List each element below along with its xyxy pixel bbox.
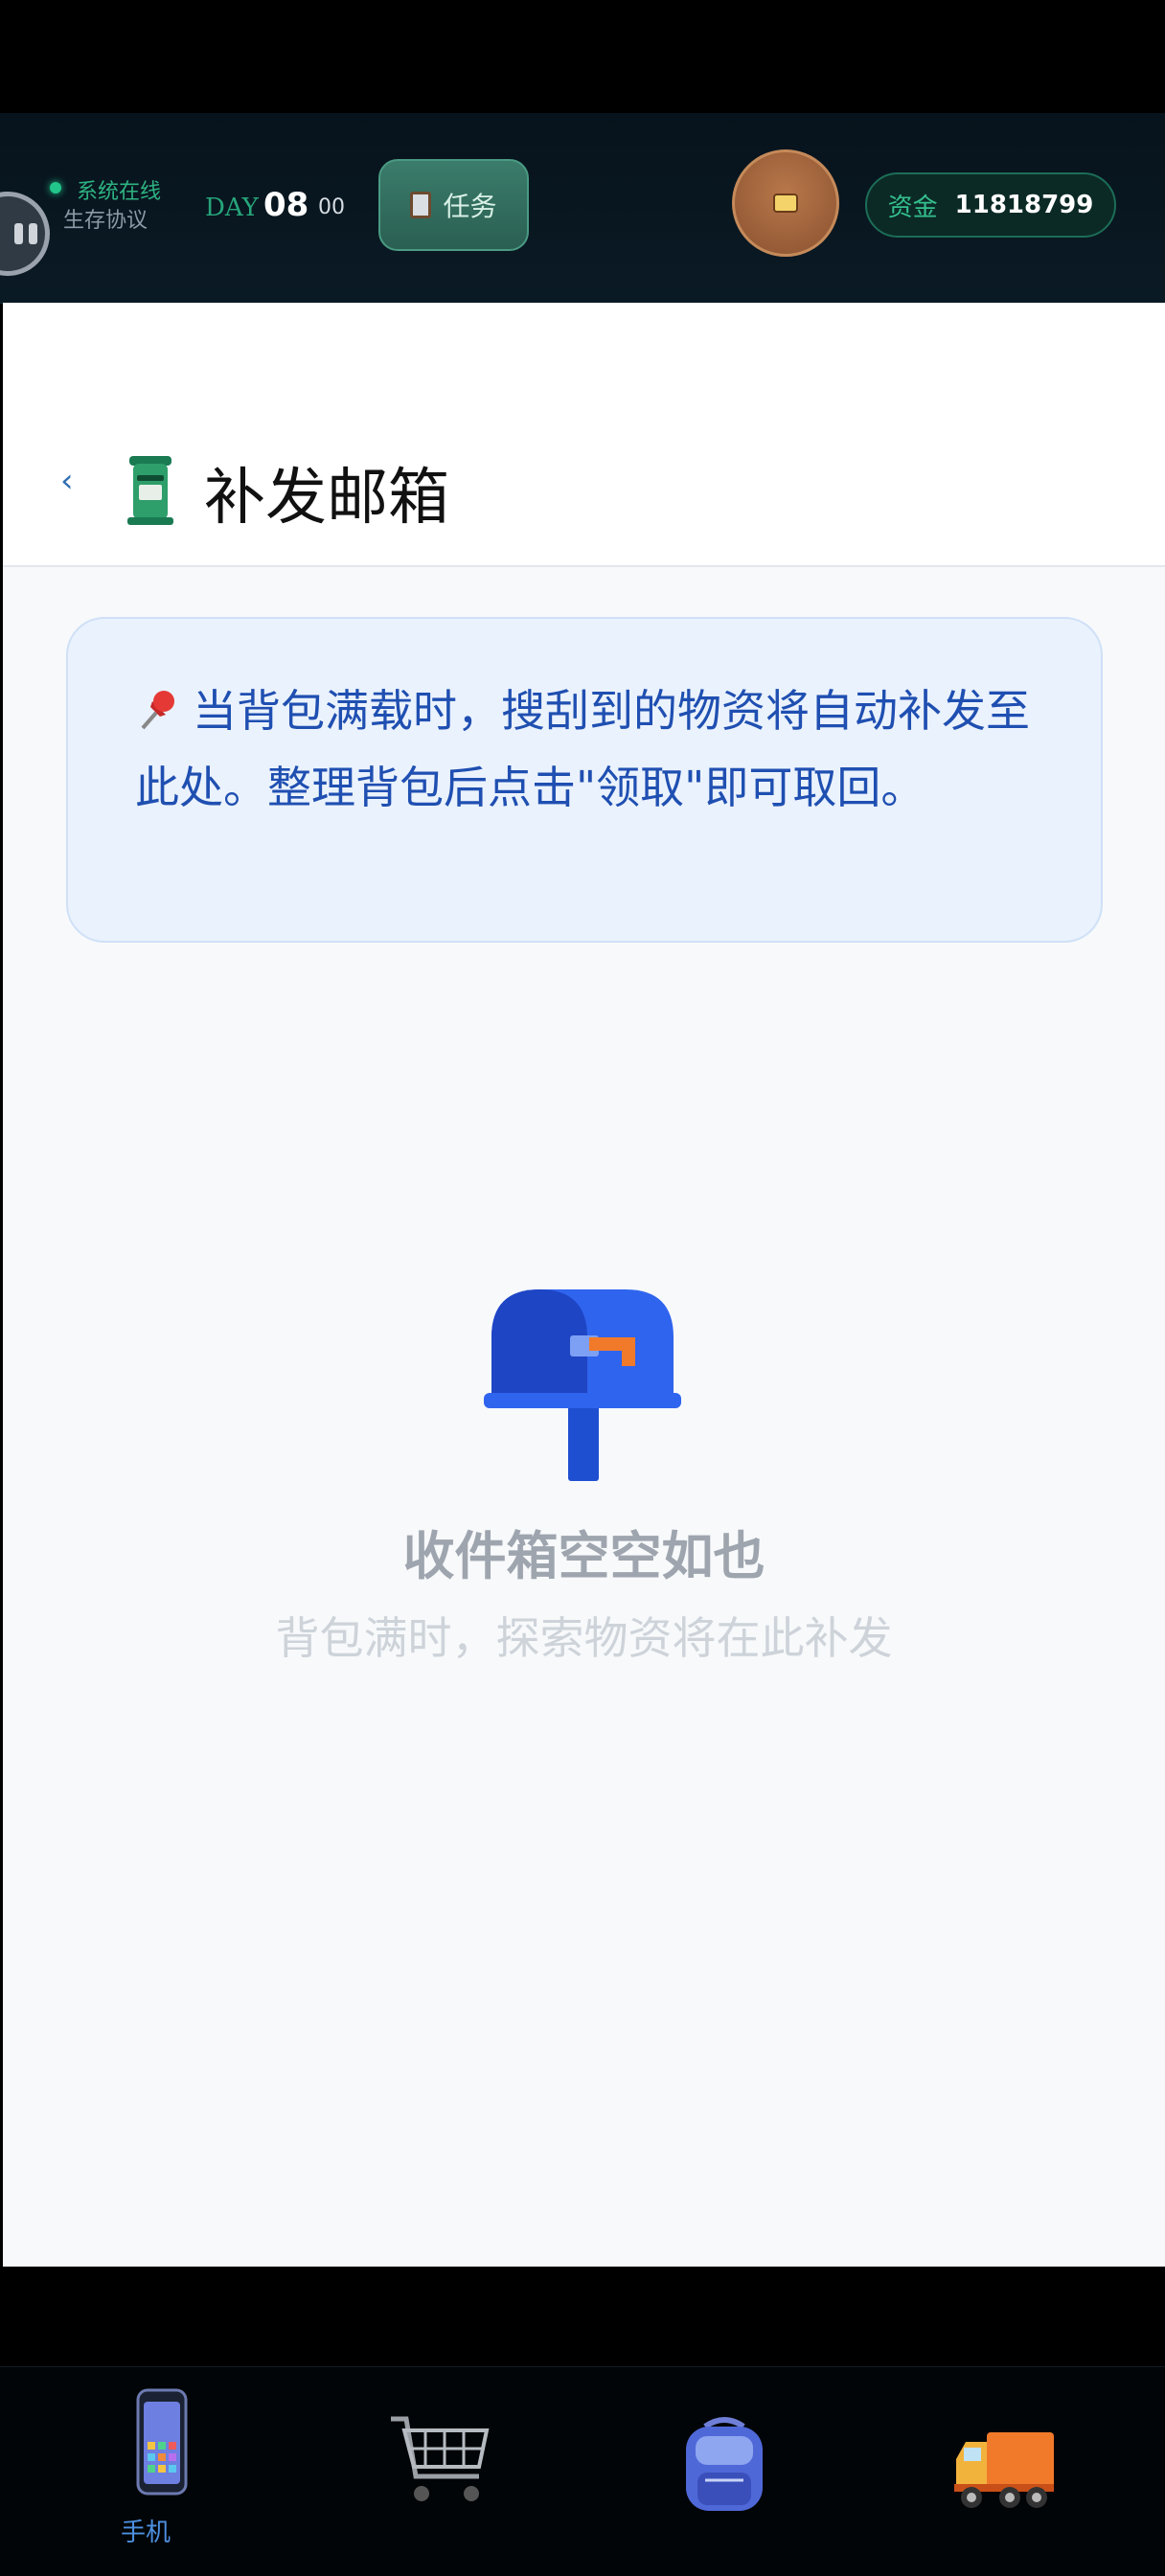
mailbox-panel: ‹ 补发邮箱 当背包满载时，搜刮到的物资将自动补发至此处。整理背包后点击"领取"… xyxy=(3,303,1165,2267)
day-sub-counter: 00 xyxy=(318,195,345,219)
clipboard-icon xyxy=(410,192,432,218)
nav-item-backpack[interactable] xyxy=(582,2367,874,2576)
notice-text: 当背包满载时，搜刮到的物资将自动补发至此处。整理背包后点击"领取"即可取回。 xyxy=(135,685,1030,813)
bottom-nav: 手机 xyxy=(0,2366,1165,2576)
task-button-label: 任务 xyxy=(443,191,497,222)
task-button[interactable]: 任务 xyxy=(378,159,529,251)
backpack-icon xyxy=(686,2417,763,2511)
info-notice: 当背包满载时，搜刮到的物资将自动补发至此处。整理背包后点击"领取"即可取回。 xyxy=(66,617,1103,943)
truck-icon xyxy=(954,2432,1054,2508)
radio-icon xyxy=(773,194,798,213)
nav-label-phone: 手机 xyxy=(120,2519,171,2547)
funds-display: 资金 11818799 xyxy=(865,172,1116,238)
protocol-label: 生存协议 xyxy=(63,209,148,233)
phone-icon xyxy=(136,2388,188,2496)
empty-state-title: 收件箱空空如也 xyxy=(402,1526,765,1586)
day-number: 08 xyxy=(263,186,309,224)
pause-icon xyxy=(14,223,23,244)
empty-state-subtitle: 背包满时，探索物资将在此补发 xyxy=(275,1612,893,1664)
nav-item-shop[interactable] xyxy=(291,2367,582,2576)
funds-label: 资金 xyxy=(887,193,938,222)
funds-value: 11818799 xyxy=(954,191,1094,219)
system-online-label: 系统在线 xyxy=(77,180,162,204)
day-label: DAY xyxy=(205,194,259,222)
radio-button[interactable] xyxy=(732,149,839,257)
back-button[interactable]: ‹ xyxy=(60,462,74,500)
postbox-icon xyxy=(127,456,173,525)
online-indicator-icon xyxy=(50,182,61,194)
mailbox-empty-icon xyxy=(484,1289,681,1481)
pushpin-icon xyxy=(141,691,174,730)
page-header: ‹ 补发邮箱 xyxy=(3,303,1165,567)
nav-item-phone[interactable]: 手机 xyxy=(0,2367,291,2576)
nav-item-delivery[interactable] xyxy=(874,2367,1165,2576)
pause-button[interactable] xyxy=(0,192,50,276)
page-title: 补发邮箱 xyxy=(204,463,449,534)
cart-icon xyxy=(391,2416,490,2501)
